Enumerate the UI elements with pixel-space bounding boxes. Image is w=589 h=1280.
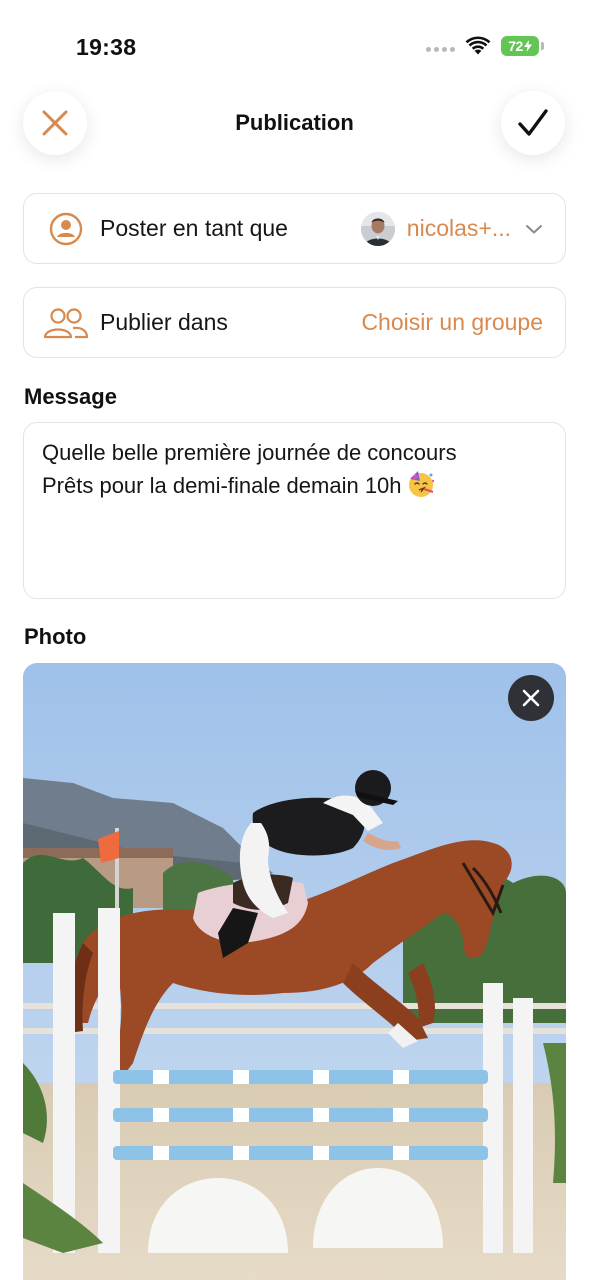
checkmark-icon bbox=[518, 109, 548, 136]
status-bar: 19:38 72 bbox=[0, 0, 589, 92]
show-jumping-photo bbox=[23, 663, 566, 1280]
status-icons: 72 bbox=[426, 36, 544, 56]
battery-charging-icon: 72 bbox=[501, 36, 544, 56]
message-text: Quelle belle première journée de concour… bbox=[42, 440, 457, 498]
remove-photo-button[interactable] bbox=[508, 675, 554, 721]
status-time: 19:38 bbox=[76, 34, 137, 60]
post-as-label: Poster en tant que bbox=[100, 215, 288, 241]
photo-preview bbox=[23, 663, 566, 1280]
partying-face-emoji-icon bbox=[408, 471, 434, 497]
wifi-icon bbox=[465, 36, 491, 55]
post-as-selector[interactable]: Poster en tant que nicolas+... bbox=[23, 193, 566, 264]
choose-group-link[interactable]: Choisir un groupe bbox=[361, 309, 543, 336]
chevron-down-icon bbox=[526, 224, 542, 233]
publish-in-selector[interactable]: Publier dans Choisir un groupe bbox=[23, 287, 566, 358]
message-textarea[interactable]: Quelle belle première journée de concour… bbox=[23, 422, 566, 599]
battery-level: 72 bbox=[508, 38, 523, 54]
post-as-value: nicolas+... bbox=[406, 215, 511, 241]
header: Publication bbox=[0, 90, 589, 156]
avatar bbox=[360, 211, 395, 246]
close-icon bbox=[522, 689, 540, 707]
message-label: Message bbox=[24, 384, 117, 409]
signal-dots-icon bbox=[426, 46, 455, 52]
publish-button[interactable] bbox=[501, 91, 565, 155]
user-circle-icon bbox=[46, 209, 86, 249]
group-icon bbox=[42, 303, 90, 343]
photo-label: Photo bbox=[24, 624, 87, 649]
publish-in-label: Publier dans bbox=[100, 309, 228, 335]
